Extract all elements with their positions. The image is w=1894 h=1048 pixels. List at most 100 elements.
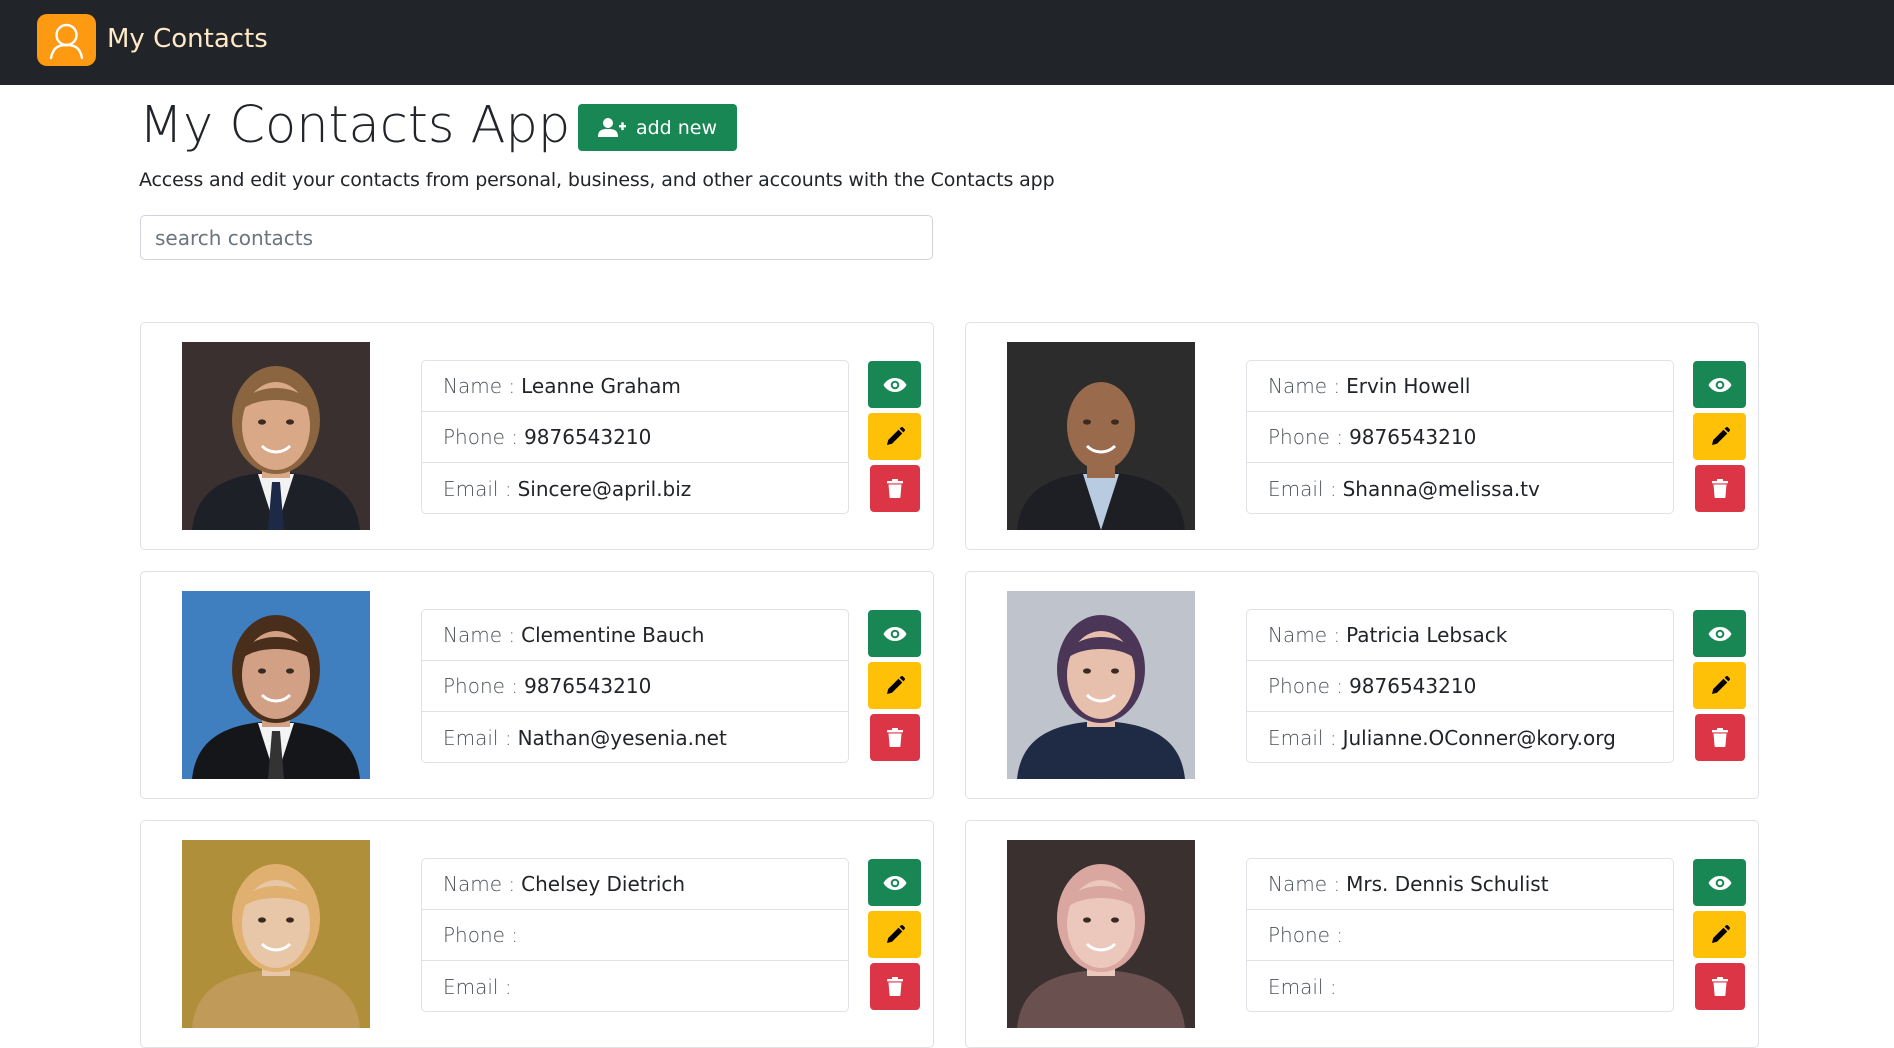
contact-name: Mrs. Dennis Schulist: [1346, 872, 1549, 896]
pencil-icon: [886, 675, 905, 694]
eye-icon: [883, 875, 906, 890]
view-contact-button[interactable]: [868, 610, 921, 657]
contact-card: Name : Chelsey Dietrich Phone : Email :: [140, 820, 934, 1048]
delete-contact-button[interactable]: [870, 963, 920, 1010]
contact-photo: [182, 840, 370, 1028]
page-title: My Contacts App: [139, 96, 571, 155]
contact-phone-row: Phone : 9876543210: [1247, 661, 1673, 712]
view-contact-button[interactable]: [1693, 610, 1746, 657]
eye-icon: [883, 626, 906, 641]
contact-phone: 9876543210: [524, 674, 652, 698]
contact-card: Name : Clementine Bauch Phone : 98765432…: [140, 571, 934, 799]
name-label: Name :: [443, 623, 516, 647]
name-label: Name :: [443, 374, 516, 398]
contact-phone: 9876543210: [1349, 425, 1477, 449]
email-label: Email :: [443, 476, 512, 501]
page-subtitle: Access and edit your contacts from perso…: [139, 169, 1055, 191]
trash-icon: [1712, 977, 1728, 996]
phone-label: Phone :: [443, 425, 519, 449]
contact-name: Clementine Bauch: [521, 623, 705, 647]
contact-phone-row: Phone : 9876543210: [1247, 412, 1673, 463]
contact-info: Name : Patricia Lebsack Phone : 98765432…: [1246, 609, 1674, 763]
navbar: My Contacts: [0, 0, 1894, 85]
name-label: Name :: [1268, 374, 1341, 398]
pencil-icon: [886, 924, 905, 943]
contact-name-row: Name : Clementine Bauch: [422, 610, 848, 661]
eye-icon: [1708, 875, 1731, 890]
pencil-icon: [1711, 426, 1730, 445]
contact-phone-row: Phone : 9876543210: [422, 412, 848, 463]
email-label: Email :: [1268, 974, 1337, 999]
contact-email: Julianne.OConner@kory.org: [1342, 725, 1616, 750]
contact-email-row: Email : Shanna@melissa.tv: [1247, 463, 1673, 513]
delete-contact-button[interactable]: [1695, 465, 1745, 512]
contact-name-row: Name : Leanne Graham: [422, 361, 848, 412]
delete-contact-button[interactable]: [1695, 714, 1745, 761]
contact-email: Shanna@melissa.tv: [1342, 476, 1540, 501]
view-contact-button[interactable]: [868, 859, 921, 906]
delete-contact-button[interactable]: [870, 714, 920, 761]
contact-card: Name : Mrs. Dennis Schulist Phone : Emai…: [965, 820, 1759, 1048]
edit-contact-button[interactable]: [868, 662, 921, 709]
phone-label: Phone :: [443, 923, 519, 947]
view-contact-button[interactable]: [868, 361, 921, 408]
eye-icon: [883, 377, 906, 392]
delete-contact-button[interactable]: [870, 465, 920, 512]
trash-icon: [887, 479, 903, 498]
contact-photo: [1007, 591, 1195, 779]
portrait-image: [1007, 591, 1195, 779]
contact-email: Sincere@april.biz: [517, 476, 692, 501]
edit-contact-button[interactable]: [868, 413, 921, 460]
contact-name: Leanne Graham: [521, 374, 681, 398]
contact-email-row: Email : Julianne.OConner@kory.org: [1247, 712, 1673, 762]
email-label: Email :: [443, 974, 512, 999]
add-new-button[interactable]: add new: [578, 104, 737, 151]
contact-card: Name : Patricia Lebsack Phone : 98765432…: [965, 571, 1759, 799]
contact-info: Name : Clementine Bauch Phone : 98765432…: [421, 609, 849, 763]
phone-label: Phone :: [1268, 674, 1344, 698]
trash-icon: [1712, 728, 1728, 747]
name-label: Name :: [1268, 872, 1341, 896]
brand-name[interactable]: My Contacts: [107, 22, 268, 56]
contact-email-row: Email : Sincere@april.biz: [422, 463, 848, 513]
trash-icon: [887, 728, 903, 747]
eye-icon: [1708, 626, 1731, 641]
trash-icon: [1712, 479, 1728, 498]
delete-contact-button[interactable]: [1695, 963, 1745, 1010]
brand-logo-icon[interactable]: [37, 14, 96, 66]
contact-email-row: Email :: [422, 961, 848, 1011]
search-input[interactable]: [140, 215, 933, 260]
view-contact-button[interactable]: [1693, 361, 1746, 408]
contact-name: Chelsey Dietrich: [521, 872, 686, 896]
contact-email: Nathan@yesenia.net: [517, 725, 727, 750]
contact-photo: [182, 591, 370, 779]
contact-phone-row: Phone : 9876543210: [422, 661, 848, 712]
portrait-image: [1007, 840, 1195, 1028]
contact-name: Patricia Lebsack: [1346, 623, 1508, 647]
contact-name-row: Name : Patricia Lebsack: [1247, 610, 1673, 661]
edit-contact-button[interactable]: [1693, 911, 1746, 958]
contact-photo: [182, 342, 370, 530]
edit-contact-button[interactable]: [1693, 662, 1746, 709]
contact-photo: [1007, 840, 1195, 1028]
email-label: Email :: [1268, 476, 1337, 501]
pencil-icon: [1711, 924, 1730, 943]
eye-icon: [1708, 377, 1731, 392]
contact-info: Name : Leanne Graham Phone : 9876543210 …: [421, 360, 849, 514]
contact-name-row: Name : Chelsey Dietrich: [422, 859, 848, 910]
contact-phone: 9876543210: [524, 425, 652, 449]
contact-info: Name : Mrs. Dennis Schulist Phone : Emai…: [1246, 858, 1674, 1012]
view-contact-button[interactable]: [1693, 859, 1746, 906]
contact-name-row: Name : Ervin Howell: [1247, 361, 1673, 412]
edit-contact-button[interactable]: [1693, 413, 1746, 460]
contact-email-row: Email : Nathan@yesenia.net: [422, 712, 848, 762]
name-label: Name :: [1268, 623, 1341, 647]
pencil-icon: [886, 426, 905, 445]
email-label: Email :: [443, 725, 512, 750]
trash-icon: [887, 977, 903, 996]
contact-name: Ervin Howell: [1346, 374, 1471, 398]
contact-email-row: Email :: [1247, 961, 1673, 1011]
contact-phone-row: Phone :: [1247, 910, 1673, 961]
edit-contact-button[interactable]: [868, 911, 921, 958]
portrait-image: [182, 840, 370, 1028]
